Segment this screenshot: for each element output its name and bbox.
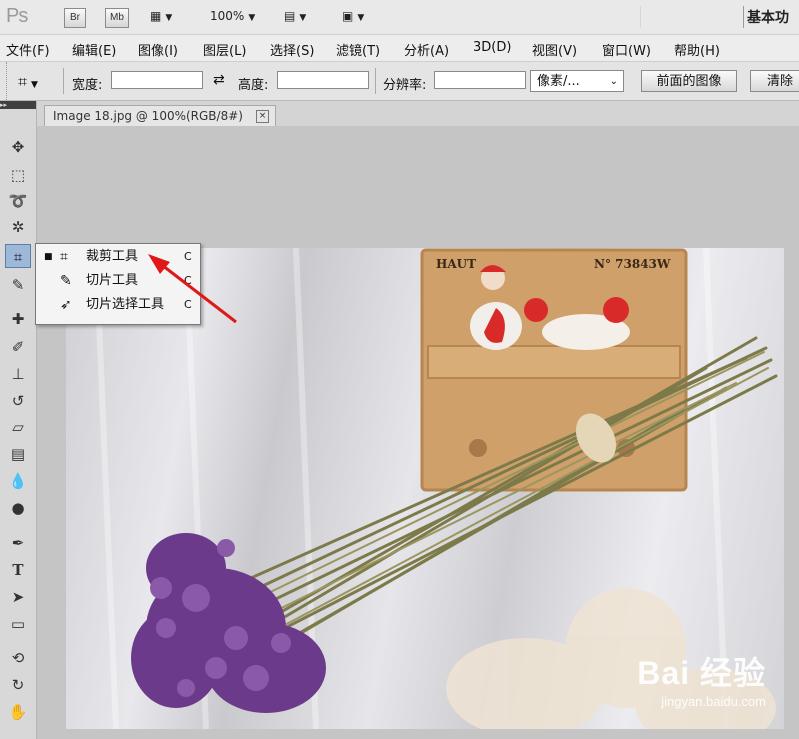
annotation-arrow bbox=[148, 254, 237, 324]
